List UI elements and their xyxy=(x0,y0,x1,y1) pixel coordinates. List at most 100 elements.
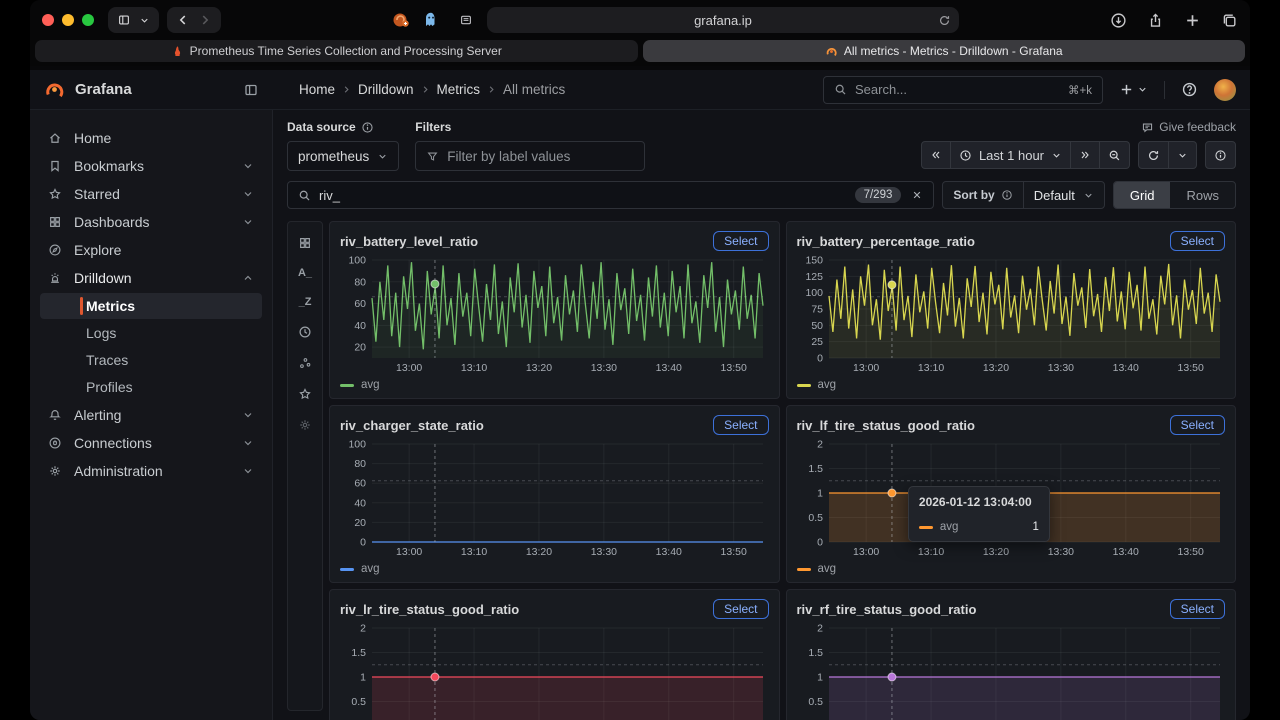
panel-legend[interactable]: avg xyxy=(340,560,769,578)
time-series-chart[interactable]: 025507510012515013:0013:1013:2013:3013:4… xyxy=(797,253,1226,376)
panel-legend[interactable]: avg xyxy=(797,376,1226,394)
svg-text:0.5: 0.5 xyxy=(808,696,823,708)
nav-item-explore[interactable]: Explore xyxy=(40,236,262,264)
window-controls xyxy=(42,14,94,26)
zoom-window-button[interactable] xyxy=(82,14,94,26)
reader-icon[interactable] xyxy=(459,13,473,27)
svg-text:13:00: 13:00 xyxy=(853,546,879,558)
help-icon[interactable] xyxy=(1181,81,1198,98)
grafana-logo[interactable] xyxy=(44,79,65,100)
svg-text:40: 40 xyxy=(354,320,366,332)
gear-icon[interactable] xyxy=(298,418,312,432)
chevron-down-icon[interactable] xyxy=(242,160,254,172)
tab-prometheus[interactable]: Prometheus Time Series Collection and Pr… xyxy=(35,40,638,62)
time-series-chart[interactable]: 00.511.5213:0013:1013:2013:3013:4013:50 … xyxy=(797,437,1226,560)
breadcrumb-home[interactable]: Home xyxy=(299,82,335,97)
minimize-window-button[interactable] xyxy=(62,14,74,26)
time-series-chart[interactable]: 00.511.5213:0013:1013:2013:3013:4013:50 xyxy=(340,621,769,720)
chevron-down-icon[interactable] xyxy=(242,437,254,449)
time-series-chart[interactable]: 2040608010013:0013:1013:2013:3013:4013:5… xyxy=(340,253,769,376)
view-grid-button[interactable]: Grid xyxy=(1114,182,1171,208)
nav-item-administration[interactable]: Administration xyxy=(40,457,262,485)
nav-item-metrics[interactable]: Metrics xyxy=(40,293,262,319)
nav-item-alerting[interactable]: Alerting xyxy=(40,401,262,429)
tab-grafana[interactable]: All metrics - Metrics - Drilldown - Graf… xyxy=(643,40,1246,62)
ghost-extension-icon[interactable] xyxy=(421,10,441,30)
select-button[interactable]: Select xyxy=(1170,599,1225,619)
forward-icon[interactable] xyxy=(198,13,212,27)
time-series-chart[interactable]: 02040608010013:0013:1013:2013:3013:4013:… xyxy=(340,437,769,560)
global-search-input[interactable]: Search... ⌘+k xyxy=(823,76,1103,104)
chevron-up-icon[interactable] xyxy=(242,272,254,284)
time-shift-back-button[interactable] xyxy=(921,141,951,169)
select-button[interactable]: Select xyxy=(713,415,768,435)
panel-legend[interactable]: avg xyxy=(797,560,1226,578)
svg-text:1.5: 1.5 xyxy=(351,647,366,659)
nav-item-home[interactable]: Home xyxy=(40,124,262,152)
star-icon[interactable] xyxy=(298,387,312,401)
time-series-chart[interactable]: 00.511.5213:0013:1013:2013:3013:4013:50 xyxy=(797,621,1226,720)
select-button[interactable]: Select xyxy=(1170,231,1225,251)
layout-grid-icon[interactable] xyxy=(298,236,312,250)
share-icon[interactable] xyxy=(1147,12,1164,29)
nav-item-drilldown[interactable]: Drilldown xyxy=(40,264,262,292)
view-mode-toggle: Grid Rows xyxy=(1113,181,1236,209)
select-button[interactable]: Select xyxy=(1170,415,1225,435)
back-icon[interactable] xyxy=(176,13,190,27)
downloads-icon[interactable] xyxy=(1110,12,1127,29)
new-tab-icon[interactable] xyxy=(1184,12,1201,29)
breadcrumb-metrics[interactable]: Metrics xyxy=(437,82,481,97)
svg-text:2: 2 xyxy=(817,623,823,635)
sort-az-icon[interactable]: A_ xyxy=(298,267,312,279)
breadcrumb-current: All metrics xyxy=(503,82,565,97)
view-rows-button[interactable]: Rows xyxy=(1170,182,1235,208)
refresh-interval-dropdown[interactable] xyxy=(1169,141,1197,169)
chevron-down-icon[interactable] xyxy=(242,216,254,228)
panel-info-button[interactable] xyxy=(1205,141,1236,169)
metric-search-input[interactable] xyxy=(319,188,847,203)
panel-legend[interactable]: avg xyxy=(340,376,769,394)
reload-icon[interactable] xyxy=(938,14,951,27)
user-avatar[interactable] xyxy=(1214,79,1236,101)
add-new-button[interactable] xyxy=(1119,82,1148,97)
scatter-icon[interactable] xyxy=(298,356,312,370)
nav-item-bookmarks[interactable]: Bookmarks xyxy=(40,152,262,180)
zoom-out-time-button[interactable] xyxy=(1100,141,1130,169)
time-range-picker[interactable]: Last 1 hour xyxy=(951,141,1071,169)
sort-select[interactable]: Default xyxy=(1023,182,1104,208)
select-button[interactable]: Select xyxy=(713,231,768,251)
legend-label: avg xyxy=(818,379,837,391)
nav-item-connections[interactable]: Connections xyxy=(40,429,262,457)
svg-text:13:30: 13:30 xyxy=(591,546,617,558)
close-window-button[interactable] xyxy=(42,14,54,26)
give-feedback-link[interactable]: Give feedback xyxy=(1141,120,1236,134)
mega-menu-toggle-icon[interactable] xyxy=(243,82,259,98)
label-filter-input[interactable]: Filter by label values xyxy=(415,141,645,171)
breadcrumb-drilldown[interactable]: Drilldown xyxy=(358,82,414,97)
sidebar-toggle-group[interactable] xyxy=(108,7,159,33)
chevron-down-icon[interactable] xyxy=(242,188,254,200)
refresh-button[interactable] xyxy=(1138,141,1169,169)
chevron-down-icon[interactable] xyxy=(242,465,254,477)
bell-icon xyxy=(48,408,62,422)
svg-text:0: 0 xyxy=(817,537,823,549)
nav-item-dashboards[interactable]: Dashboards xyxy=(40,208,262,236)
extension-icon[interactable] xyxy=(391,10,411,30)
nav-label: Metrics xyxy=(86,298,135,314)
clock-icon[interactable] xyxy=(298,325,312,339)
time-shift-forward-button[interactable] xyxy=(1071,141,1100,169)
info-icon[interactable] xyxy=(361,121,374,134)
chevron-down-icon[interactable] xyxy=(242,409,254,421)
nav-item-logs[interactable]: Logs xyxy=(40,320,262,346)
datasource-select[interactable]: prometheus xyxy=(287,141,399,171)
select-button[interactable]: Select xyxy=(713,599,768,619)
prometheus-favicon xyxy=(171,45,184,58)
tab-overview-icon[interactable] xyxy=(1221,12,1238,29)
info-icon[interactable] xyxy=(1001,189,1013,201)
nav-item-starred[interactable]: Starred xyxy=(40,180,262,208)
sort-za-icon[interactable]: _Z xyxy=(299,296,312,308)
url-bar[interactable]: grafana.ip xyxy=(487,7,959,33)
nav-item-profiles[interactable]: Profiles xyxy=(40,374,262,400)
clear-search-button[interactable] xyxy=(911,189,923,201)
nav-item-traces[interactable]: Traces xyxy=(40,347,262,373)
